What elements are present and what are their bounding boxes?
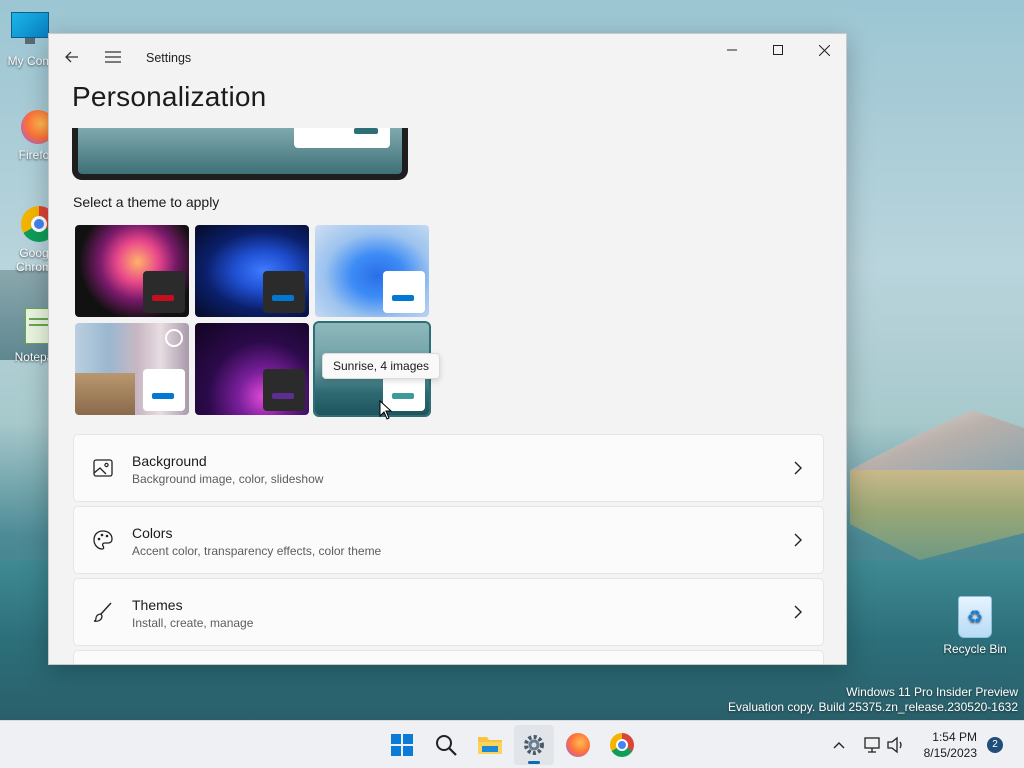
theme-section-label: Select a theme to apply (73, 194, 220, 210)
setting-subtitle: Background image, color, slideshow (132, 472, 324, 486)
windows-watermark: Windows 11 Pro Insider Preview Evaluatio… (728, 685, 1018, 715)
search-button[interactable] (426, 725, 466, 765)
taskbar: 1:54 PM 8/15/2023 2 (0, 720, 1024, 768)
theme-windows-light[interactable] (315, 225, 429, 317)
setting-title: Themes (132, 597, 183, 613)
network-button[interactable] (862, 721, 882, 768)
theme-thumbnail-landscape (75, 373, 135, 415)
clock[interactable]: 1:54 PM 8/15/2023 (924, 729, 977, 761)
active-indicator (528, 761, 540, 764)
chevron-right-icon (794, 605, 802, 619)
back-button[interactable] (58, 42, 86, 72)
setting-colors[interactable]: Colors Accent color, transparency effect… (73, 506, 824, 574)
volume-button[interactable] (886, 721, 906, 768)
firefox-taskbar-button[interactable] (558, 725, 598, 765)
recycle-bin-icon: ♻ (958, 596, 992, 638)
setting-title: Background (132, 453, 207, 469)
network-icon (864, 737, 880, 753)
file-explorer-button[interactable] (470, 725, 510, 765)
minimize-button[interactable] (709, 34, 755, 66)
preview-window-card (294, 128, 390, 148)
gear-icon (524, 735, 544, 755)
chevron-right-icon (794, 533, 802, 547)
minimize-icon (727, 49, 737, 51)
back-arrow-icon (65, 51, 78, 63)
start-button[interactable] (382, 725, 422, 765)
accent-bar (392, 393, 414, 399)
firefox-icon (566, 733, 590, 757)
accent-bar (152, 295, 174, 301)
desktop-wallpaper-mountain (850, 410, 1024, 470)
setting-next-row[interactable] (73, 650, 824, 664)
theme-preview-card (263, 271, 305, 313)
monitor-icon (9, 10, 51, 52)
theme-preview-card (383, 271, 425, 313)
theme-captured-motion[interactable] (75, 323, 189, 415)
theme-flow[interactable] (195, 323, 309, 415)
theme-preview-card (143, 271, 185, 313)
theme-preview (72, 128, 408, 180)
show-hidden-icons-button[interactable] (832, 721, 846, 768)
chrome-icon (610, 733, 634, 757)
close-button[interactable] (801, 34, 846, 66)
mouse-cursor-icon (379, 400, 393, 420)
accent-bar (152, 393, 174, 399)
search-icon (436, 735, 457, 756)
setting-subtitle: Install, create, manage (132, 616, 254, 630)
folder-icon (478, 737, 502, 754)
close-icon (818, 44, 830, 56)
setting-background[interactable]: Background Background image, color, slid… (73, 434, 824, 502)
preview-accent-bar (354, 128, 378, 134)
accent-bar (272, 295, 294, 301)
chevron-up-icon (833, 742, 845, 749)
desktop-icon-recycle-bin[interactable]: ♻ Recycle Bin (942, 596, 1008, 656)
setting-title: Colors (132, 525, 173, 541)
clock-date: 8/15/2023 (923, 746, 977, 760)
speaker-icon (887, 736, 902, 754)
brush-icon (93, 602, 112, 622)
maximize-button[interactable] (755, 34, 801, 66)
chevron-right-icon (794, 461, 802, 475)
hamburger-menu-icon (105, 51, 121, 63)
watermark-line-2: Evaluation copy. Build 25375.zn_release.… (728, 700, 1018, 714)
theme-glow[interactable] (75, 225, 189, 317)
slideshow-icon (165, 329, 183, 347)
watermark-line-1: Windows 11 Pro Insider Preview (846, 685, 1018, 699)
windows-logo-icon (391, 734, 413, 756)
setting-subtitle: Accent color, transparency effects, colo… (132, 544, 382, 558)
notification-badge[interactable]: 2 (987, 737, 1003, 753)
setting-themes[interactable]: Themes Install, create, manage (73, 578, 824, 646)
navigation-menu-button[interactable] (99, 42, 127, 72)
accent-bar (272, 393, 294, 399)
chrome-taskbar-button[interactable] (602, 725, 642, 765)
theme-preview-card (263, 369, 305, 411)
theme-windows-dark[interactable] (195, 225, 309, 317)
clock-time: 1:54 PM (932, 730, 977, 744)
page-title: Personalization (72, 81, 267, 112)
theme-preview-card (143, 369, 185, 411)
accent-bar (392, 295, 414, 301)
image-icon (93, 459, 113, 477)
palette-icon (93, 530, 113, 550)
maximize-icon (773, 45, 783, 55)
desktop-wallpaper-grass (850, 470, 1024, 560)
app-title: Settings (146, 51, 192, 65)
theme-tooltip: Sunrise, 4 images (322, 353, 441, 379)
settings-taskbar-button[interactable] (514, 725, 554, 765)
settings-window: Settings Personalization Select a theme … (48, 33, 847, 665)
title-bar[interactable]: Settings (49, 34, 846, 82)
recycle-bin-label: Recycle Bin (943, 642, 1007, 656)
